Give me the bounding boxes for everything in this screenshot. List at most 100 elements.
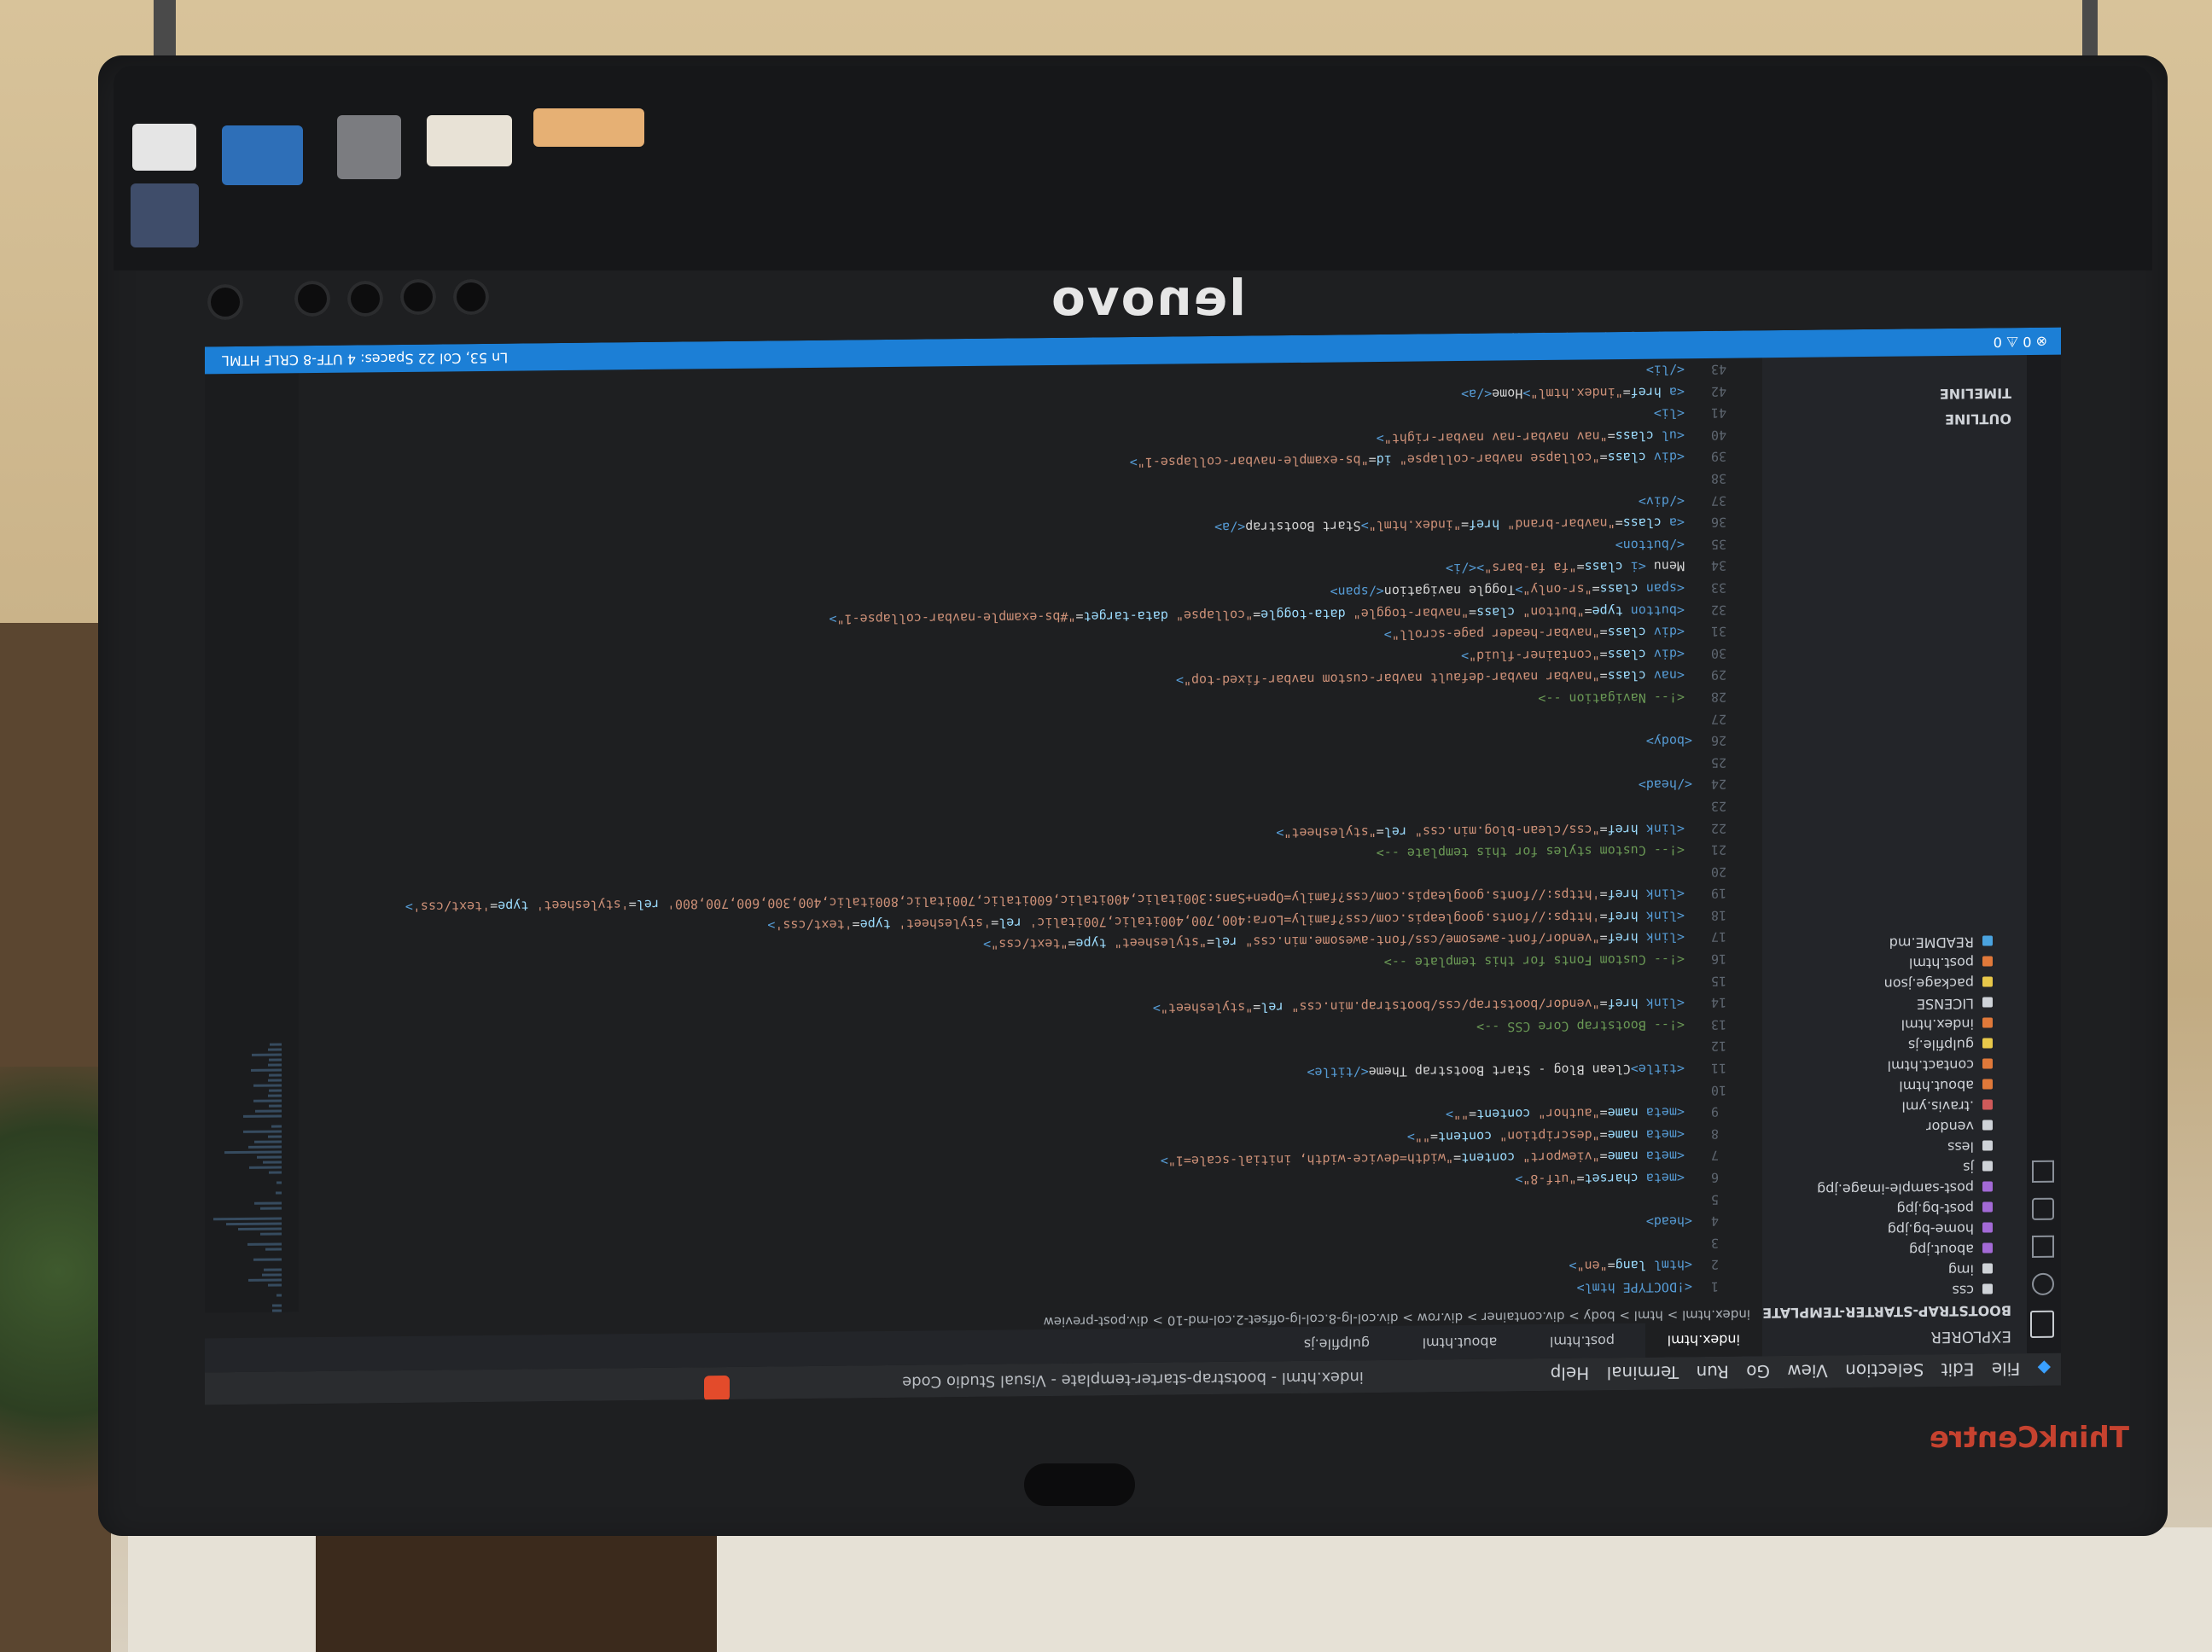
file-tree-item[interactable]: gulpfile.js [1762,1032,2027,1055]
menu-help[interactable]: Help [1551,1363,1590,1383]
line-number: 12 [1711,1038,1727,1055]
line-content: <!-- Bootstrap Core CSS --> [1476,1017,1685,1035]
debug-icon[interactable] [2032,1197,2054,1220]
monitor-button[interactable] [347,281,383,317]
line-content: <li> [1653,405,1685,422]
minimap-line [254,1201,282,1205]
line-content: <a href="index.html">Home</a> [1461,383,1685,402]
file-tree-item[interactable]: package.json [1762,970,2027,993]
menu-edit[interactable]: Edit [1941,1359,1975,1380]
line-number: 31 [1711,623,1727,640]
line-number: 4 [1711,1213,1720,1230]
file-icon [1982,1099,1993,1111]
file-name: less [1947,1138,1974,1156]
photo-scene: lenovo ThinkCentre ◆ File Edit Selection… [0,0,2212,1652]
minimap-line [268,1079,282,1082]
minimap-line [249,1166,282,1169]
minimap-line [248,1145,282,1149]
status-right-info[interactable]: Ln 53, Col 22 Spaces: 4 UTF-8 CRLF HTML [222,350,508,369]
outline-section[interactable]: OUTLINE [1945,406,2027,428]
menu-run[interactable]: Run [1697,1362,1729,1382]
search-icon[interactable] [2032,1272,2054,1295]
minimap-line [262,1273,282,1277]
files-icon[interactable] [2030,1310,2054,1338]
file-tree-item[interactable]: index.html [1762,1011,2027,1034]
line-content: <!-- Custom Fonts for this template --> [1383,951,1685,971]
menu-file[interactable]: File [1992,1358,2020,1379]
file-tree-item[interactable]: about.jpg [1762,1236,2027,1259]
line-content: <head> [1645,1213,1692,1230]
line-content: </head> [1638,777,1692,794]
file-icon [1982,1038,1993,1050]
menu-terminal[interactable]: Terminal [1607,1362,1679,1383]
minimap-line [253,1099,282,1102]
minimap-line [268,1094,282,1097]
file-name: img [1947,1261,1974,1278]
line-number: 9 [1711,1104,1720,1120]
minimap-line [264,1268,282,1271]
line-number: 29 [1711,667,1727,683]
line-number: 18 [1711,907,1727,923]
workspace-folder[interactable]: BOOTSTRAP-STARTER-TEMPLATE [1762,1298,2027,1321]
file-tree-item[interactable]: contact.html [1762,1052,2027,1075]
file-name: post-bg.jpg [1896,1200,1974,1218]
menu-go[interactable]: Go [1746,1361,1770,1382]
file-name: README.md [1889,934,1974,951]
minimap-line [265,1248,282,1251]
code-view[interactable]: 1<!DOCTYPE html> 2<html lang="en"> 3 4<head… [205,328,1762,1313]
line-number: 21 [1711,841,1727,858]
monitor-button[interactable] [400,279,436,315]
line-number: 19 [1711,886,1727,902]
file-name: gulpfile.js [1907,1036,1974,1054]
tab-gulpfile-js[interactable]: gulpfile.js [1282,1326,1392,1361]
monitor-button[interactable] [294,281,330,317]
status-problems[interactable]: ⊗ 0 ⚠ 0 [1994,334,2047,351]
line-number: 15 [1711,973,1727,989]
line-number: 11 [1711,1060,1727,1076]
tab-about-html[interactable]: about.html [1400,1324,1520,1359]
line-content: <div class="navbar-header page-scroll"> [1383,624,1685,643]
timeline-section[interactable]: TIMELINE [1940,381,2027,402]
tab-index-html[interactable]: index.html [1644,1322,1762,1358]
minimap-line [272,1304,282,1307]
file-tree-item[interactable]: post-bg.jpg [1762,1195,2027,1219]
extensions-icon[interactable] [2032,1160,2054,1183]
line-number: 6 [1711,1169,1720,1185]
tab-post-html[interactable]: post.html [1528,1323,1637,1358]
file-tree-item[interactable]: js [1762,1155,2027,1178]
file-tree-item[interactable]: less [1762,1134,2027,1157]
line-content: </button> [1615,537,1685,553]
line-content: </div> [1638,492,1685,509]
file-name: about.html [1899,1077,1974,1095]
file-tree-item[interactable]: README.md [1762,929,2027,952]
file-icon [1982,1160,1993,1172]
line-content: <html lang="en"> [1569,1257,1693,1275]
line-number: 20 [1711,864,1727,880]
file-tree-item[interactable]: .travis.yml [1762,1093,2027,1116]
monitor-bezel: lenovo ThinkCentre ◆ File Edit Selection… [98,55,2168,1536]
power-button[interactable] [207,284,243,320]
minimap-line [257,1155,282,1159]
file-tree-item[interactable]: img [1762,1257,2027,1280]
menu-selection[interactable]: Selection [1845,1359,1924,1381]
monitor-top-band [114,66,2152,270]
minimap[interactable] [205,373,299,1313]
window-title: index.html - bootstrap-starter-template … [902,1368,1364,1391]
file-icon [1982,1058,1993,1070]
file-tree-item[interactable]: vendor [1762,1114,2027,1137]
chrome-icon[interactable] [704,1375,730,1402]
source-control-icon[interactable] [2032,1235,2054,1258]
file-tree-item[interactable]: LICENSE [1762,991,2027,1014]
file-tree-item[interactable]: post-sample-image.jpg [1762,1175,2027,1198]
code-line[interactable]: 46 </li> [205,328,1762,330]
explorer-header: EXPLORER [1930,1327,2012,1347]
file-tree-item[interactable]: about.html [1762,1073,2027,1096]
line-number: 38 [1711,470,1727,486]
file-tree-item[interactable]: css [1762,1277,2027,1300]
file-tree-item[interactable]: post.html [1762,950,2027,973]
file-icon [1982,956,1993,968]
monitor-button[interactable] [453,279,489,315]
file-tree-item[interactable]: home-bg.jpg [1762,1216,2027,1239]
menu-view[interactable]: View [1787,1360,1827,1381]
minimap-line [268,1283,282,1287]
